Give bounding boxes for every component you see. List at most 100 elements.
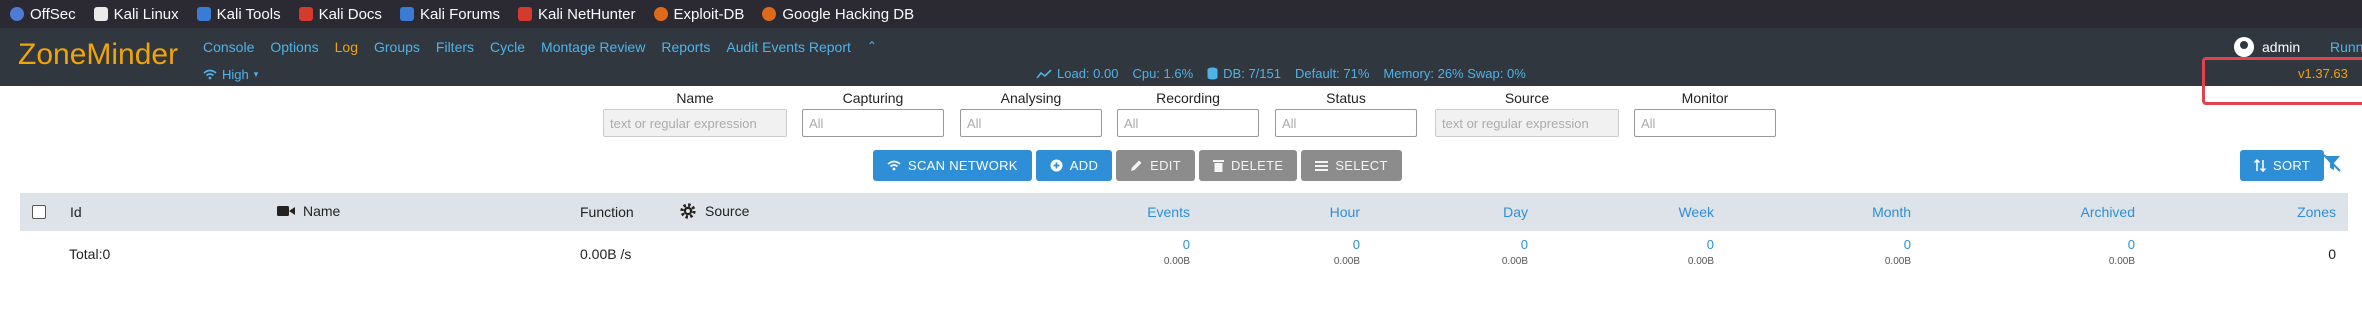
button-label: ADD	[1069, 158, 1099, 173]
ghdb-icon	[762, 7, 777, 21]
default-storage-value: Default: 71%	[1294, 66, 1370, 81]
caret-down-icon: ▾	[253, 69, 259, 79]
bookmark-kali-tools[interactable]: Kali Tools	[196, 5, 281, 23]
column-week[interactable]: Week	[1678, 204, 1714, 220]
button-label: SELECT	[1335, 158, 1388, 173]
total-zones: 0	[2328, 246, 2336, 262]
nethunter-icon	[517, 7, 532, 21]
column-zones[interactable]: Zones	[2297, 204, 2336, 220]
kali-docs-icon	[298, 7, 313, 21]
wifi-icon	[203, 69, 217, 80]
bookmark-exploit-db[interactable]: Exploit-DB	[653, 6, 744, 23]
bookmark-kali-docs[interactable]: Kali Docs	[298, 6, 382, 23]
kali-tools-icon	[196, 7, 211, 21]
column-archived[interactable]: Archived	[2081, 204, 2135, 220]
total-bandwidth: 0.00B /s	[580, 246, 632, 262]
scan-network-button[interactable]: SCAN NETWORK	[873, 150, 1032, 181]
bandwidth-label: High	[222, 67, 249, 82]
column-name[interactable]: Name	[277, 203, 340, 219]
delete-button[interactable]: DELETE	[1198, 150, 1298, 181]
column-function[interactable]: Function	[580, 204, 634, 220]
nav-console[interactable]: Console	[203, 39, 254, 55]
total-month: 0 0.00B	[1885, 237, 1911, 267]
total-archived: 0 0.00B	[2109, 237, 2135, 267]
nav-log[interactable]: Log	[335, 39, 358, 55]
sort-button[interactable]: SORT	[2240, 150, 2325, 181]
offsec-icon	[10, 7, 24, 21]
total-hour: 0 0.00B	[1334, 237, 1360, 267]
collapse-nav-icon[interactable]: ⌃	[867, 39, 877, 55]
bookmark-google-hacking-db[interactable]: Google Hacking DB	[762, 6, 914, 23]
button-label: SORT	[2273, 158, 2311, 173]
bookmark-kali-nethunter[interactable]: Kali NetHunter	[517, 5, 636, 23]
button-label: SCAN NETWORK	[908, 158, 1018, 173]
column-month[interactable]: Month	[1872, 204, 1911, 220]
column-source[interactable]: Source	[679, 202, 749, 220]
nav-filters[interactable]: Filters	[436, 39, 474, 55]
day-count[interactable]: 0	[1502, 237, 1528, 252]
capturing-filter-select[interactable]: All	[802, 109, 944, 137]
bookmark-kali-linux[interactable]: Kali Linux	[93, 6, 179, 23]
wifi-icon	[887, 160, 901, 171]
nav-cycle[interactable]: Cycle	[490, 39, 525, 55]
user-menu[interactable]: admin	[2234, 37, 2300, 57]
exploit-db-icon	[653, 7, 668, 21]
bookmark-label: Kali NetHunter	[537, 5, 636, 23]
db-stat: DB: 7/151	[1207, 66, 1281, 81]
events-size: 0.00B	[1163, 256, 1190, 267]
bandwidth-dropdown[interactable]: High ▾	[203, 67, 258, 82]
bookmark-label: Kali Tools	[216, 5, 281, 23]
filter-label: Monitor	[1681, 90, 1729, 106]
plus-circle-icon	[1050, 159, 1063, 172]
memory-value: Memory: 26% Swap: 0%	[1383, 66, 1526, 81]
events-count[interactable]: 0	[1164, 237, 1190, 252]
select-button[interactable]: SELECT	[1301, 150, 1402, 181]
archived-count[interactable]: 0	[2109, 237, 2135, 252]
nav-groups[interactable]: Groups	[374, 39, 420, 55]
main-nav: Console Options Log Groups Filters Cycle…	[203, 39, 877, 55]
bookmark-label: OffSec	[30, 5, 76, 23]
hour-count[interactable]: 0	[1334, 237, 1360, 252]
database-icon	[1207, 67, 1218, 80]
monitor-filter-select[interactable]: All	[1634, 109, 1776, 137]
zoneminder-logo[interactable]: ZoneMinder	[18, 38, 178, 72]
filter-source: Source text or regular expression	[1435, 90, 1619, 137]
nav-audit-events-report[interactable]: Audit Events Report	[726, 39, 851, 55]
edit-button[interactable]: EDIT	[1116, 150, 1195, 181]
nav-montage-review[interactable]: Montage Review	[541, 39, 645, 55]
column-id[interactable]: Id	[70, 204, 82, 220]
bookmark-offsec[interactable]: OffSec	[10, 6, 76, 23]
trash-icon	[1212, 160, 1224, 172]
week-count[interactable]: 0	[1688, 237, 1714, 252]
source-filter-input[interactable]: text or regular expression	[1435, 109, 1619, 137]
name-filter-input[interactable]: text or regular expression	[603, 109, 787, 137]
hour-size: 0.00B	[1333, 256, 1360, 267]
app-header: ZoneMinder Console Options Log Groups Fi…	[0, 28, 2362, 86]
filter-label: Name	[676, 90, 714, 106]
line-chart-icon	[1036, 68, 1052, 78]
select-all-checkbox[interactable]	[32, 205, 46, 219]
add-button[interactable]: ADD	[1035, 150, 1113, 181]
bookmark-kali-forums[interactable]: Kali Forums	[399, 6, 500, 23]
recording-filter-select[interactable]: All	[1117, 109, 1259, 137]
cpu-value: Cpu: 1.6%	[1132, 66, 1194, 81]
filter-label: Capturing	[842, 90, 904, 106]
username: admin	[2262, 39, 2301, 55]
analysing-filter-select[interactable]: All	[960, 109, 1102, 137]
filter-status: Status All	[1275, 90, 1417, 137]
column-day[interactable]: Day	[1503, 204, 1528, 220]
status-filter-select[interactable]: All	[1275, 109, 1417, 137]
total-week: 0 0.00B	[1688, 237, 1714, 267]
clear-filter-icon[interactable]	[2322, 153, 2342, 178]
monitor-table-header: Id Name Function Source Events Hour Day …	[20, 193, 2348, 231]
filter-analysing: Analysing All	[960, 90, 1102, 137]
month-count[interactable]: 0	[1885, 237, 1911, 252]
load-value: Load: 0.00	[1057, 66, 1119, 81]
column-events[interactable]: Events	[1147, 204, 1190, 220]
nav-reports[interactable]: Reports	[661, 39, 710, 55]
column-hour[interactable]: Hour	[1330, 204, 1360, 220]
bookmark-label: Google Hacking DB	[782, 5, 915, 23]
run-state[interactable]: Running	[2330, 39, 2362, 55]
nav-options[interactable]: Options	[270, 39, 318, 55]
list-icon	[1315, 160, 1329, 171]
